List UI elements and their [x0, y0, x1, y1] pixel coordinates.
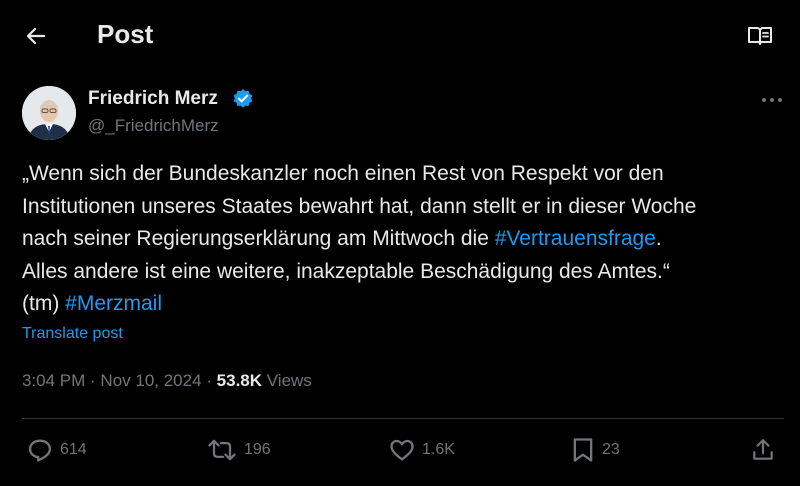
views-count: 53.8K — [216, 371, 263, 390]
translate-post-link[interactable]: Translate post — [22, 325, 123, 343]
post-date[interactable]: Nov 10, 2024 — [100, 371, 201, 390]
reader-mode-button[interactable] — [742, 20, 778, 52]
post-text-segment: nach seiner Regierungserklärung am Mittw… — [22, 227, 495, 250]
author-name[interactable]: Friedrich Merz — [88, 88, 218, 110]
author-handle[interactable]: @_FriedrichMerz — [88, 116, 219, 136]
post-text-line: Alles andere ist eine weitere, inakzepta… — [22, 259, 670, 283]
meta-separator: · — [85, 371, 101, 390]
bookmark-button[interactable]: 23 — [570, 436, 620, 464]
post-meta: 3:04 PM · Nov 10, 2024 · 53.8K Views — [22, 371, 312, 391]
post-text: „Wenn sich der Bundeskanzler noch einen … — [22, 158, 782, 321]
post-text-line: (tm) #Merzmail — [22, 288, 782, 321]
post-time[interactable]: 3:04 PM — [22, 371, 85, 390]
reader-mode-icon — [748, 27, 772, 45]
repost-button[interactable]: 196 — [206, 436, 271, 464]
hashtag-link[interactable]: #Vertrauensfrage — [495, 227, 656, 250]
meta-separator: · — [201, 371, 217, 390]
repost-count: 196 — [244, 441, 271, 458]
post-text-line: Institutionen unseres Staates bewahrt ha… — [22, 194, 697, 218]
bookmark-icon — [573, 438, 593, 462]
back-arrow-icon — [26, 27, 46, 45]
repost-icon — [208, 439, 236, 461]
like-button[interactable]: 1.6K — [388, 436, 455, 464]
hashtag-link[interactable]: #Merzmail — [65, 292, 162, 315]
post-text-segment: (tm) — [22, 292, 66, 315]
reply-button[interactable]: 614 — [26, 436, 87, 464]
divider — [22, 418, 784, 419]
more-options-icon — [762, 98, 782, 102]
post-page: Post Friedrich Merz @_FriedrichMerz „Wen… — [0, 0, 800, 486]
reply-icon — [28, 439, 52, 462]
post-text-line: „Wenn sich der Bundeskanzler noch einen … — [22, 162, 664, 185]
more-options-button[interactable] — [756, 90, 788, 110]
like-icon — [390, 439, 414, 461]
post-text-segment: . — [655, 227, 662, 250]
back-button[interactable] — [18, 18, 54, 54]
share-button[interactable] — [750, 436, 776, 464]
profile-photo-icon — [22, 86, 76, 140]
reply-count: 614 — [60, 441, 87, 458]
bookmark-count: 23 — [602, 441, 620, 458]
views-label: Views — [262, 371, 312, 390]
post-text-line: nach seiner Regierungserklärung am Mittw… — [22, 223, 782, 256]
like-count: 1.6K — [422, 441, 455, 458]
share-icon — [753, 439, 773, 460]
avatar[interactable] — [22, 86, 76, 140]
verified-badge-icon — [233, 89, 253, 108]
header-bar: Post — [0, 0, 800, 70]
page-title: Post — [97, 19, 154, 49]
